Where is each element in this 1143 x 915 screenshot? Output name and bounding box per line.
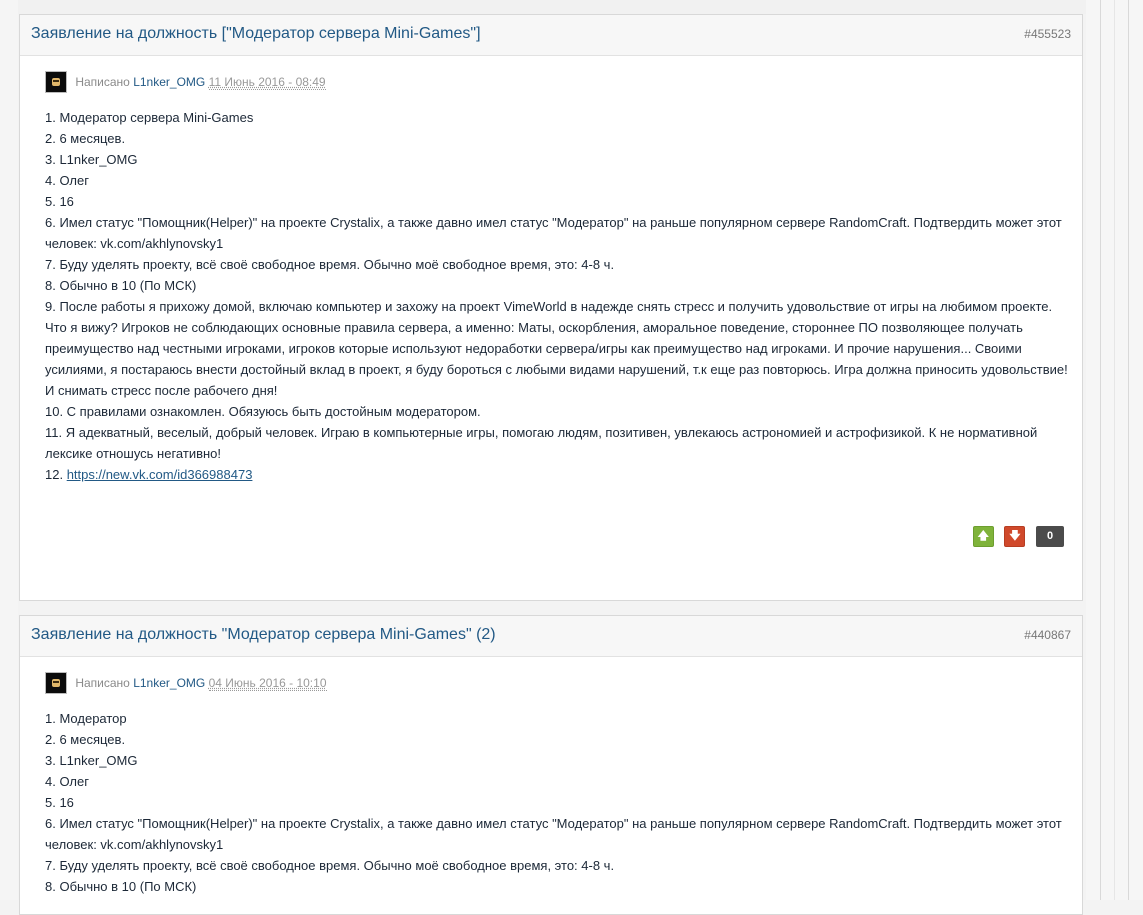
answer-line-link-row: 12. https://new.vk.com/id366988473 [45, 464, 1075, 485]
post-meta: Написано L1nker_OMG 04 Июнь 2016 - 10:10 [45, 672, 327, 696]
arrow-up-icon: 🡅 [977, 530, 989, 542]
sidebar-divider [1128, 0, 1129, 900]
rep-count-badge: 0 [1036, 526, 1064, 547]
answer-line: 6. Имел статус "Помощник(Helper)" на про… [45, 816, 1062, 852]
avatar[interactable] [45, 71, 67, 93]
answer-line: 8. Обычно в 10 (По МСК) [45, 879, 197, 894]
answer-line: 4. Олег [45, 774, 89, 789]
answer-number: 12. [45, 467, 67, 482]
rep-up-button[interactable]: 🡅 [972, 526, 994, 547]
avatar[interactable] [45, 672, 67, 694]
answer-line: 5. 16 [45, 795, 74, 810]
post: Заявление на должность ["Модератор серве… [19, 14, 1083, 601]
avatar-eyes [53, 681, 59, 683]
post-title-link[interactable]: Заявление на должность "Модератор сервер… [31, 626, 496, 644]
answer-line: 1. Модератор сервера Mini-Games [45, 110, 254, 125]
answer-line: 5. 16 [45, 194, 74, 209]
answer-line: 3. L1nker_OMG [45, 152, 138, 167]
written-by-label: Написано [75, 676, 130, 690]
answer-line: 2. 6 месяцев. [45, 732, 126, 747]
answer-line: 3. L1nker_OMG [45, 753, 138, 768]
post-date: 11 Июнь 2016 - 08:49 [208, 75, 326, 90]
post: Заявление на должность "Модератор сервер… [19, 615, 1083, 915]
top-band [0, 0, 1086, 14]
answer-line: 4. Олег [45, 173, 89, 188]
left-gutter [0, 0, 18, 900]
post-header: Заявление на должность ["Модератор серве… [20, 15, 1082, 56]
post-number-link[interactable]: #455523 [1024, 27, 1071, 41]
post-date: 04 Июнь 2016 - 10:10 [208, 676, 327, 691]
post-number-link[interactable]: #440867 [1024, 628, 1071, 642]
rep-down-button[interactable]: 🡇 [1004, 526, 1026, 547]
post-title-link[interactable]: Заявление на должность ["Модератор серве… [31, 25, 481, 43]
answer-line: 11. Я адекватный, веселый, добрый челове… [45, 425, 1038, 461]
answer-line: 9. После работы я прихожу домой, включаю… [45, 299, 1068, 398]
answer-line: 7. Буду уделять проекту, всё своё свобод… [45, 257, 615, 272]
author-link[interactable]: L1nker_OMG [133, 676, 205, 690]
profile-link[interactable]: https://new.vk.com/id366988473 [67, 467, 253, 482]
answer-line: 2. 6 месяцев. [45, 131, 126, 146]
answer-line: 10. С правилами ознакомлен. Обязуюсь быт… [45, 404, 481, 419]
written-by-label: Написано [75, 75, 130, 89]
answer-line: 7. Буду уделять проекту, всё своё свобод… [45, 858, 615, 873]
answer-line: 1. Модератор [45, 711, 127, 726]
answer-line: 8. Обычно в 10 (По МСК) [45, 278, 197, 293]
post-header: Заявление на должность "Модератор сервер… [20, 616, 1082, 657]
post-body: 1. Модератор сервера Mini-Games 2. 6 мес… [45, 107, 1075, 485]
meta-text: Написано L1nker_OMG 11 Июнь 2016 - 08:49 [75, 75, 326, 90]
author-link[interactable]: L1nker_OMG [133, 75, 205, 89]
post-meta: Написано L1nker_OMG 11 Июнь 2016 - 08:49 [45, 71, 326, 95]
answer-line: 6. Имел статус "Помощник(Helper)" на про… [45, 215, 1062, 251]
post-body: 1. Модератор 2. 6 месяцев. 3. L1nker_OMG… [45, 708, 1075, 897]
sidebar-divider [1100, 0, 1101, 900]
avatar-eyes [53, 80, 59, 82]
arrow-down-icon: 🡇 [1009, 530, 1021, 542]
sidebar-divider [1114, 0, 1115, 900]
meta-text: Написано L1nker_OMG 04 Июнь 2016 - 10:10 [75, 676, 327, 691]
reputation-controls: 🡅 🡇 0 [966, 526, 1064, 547]
